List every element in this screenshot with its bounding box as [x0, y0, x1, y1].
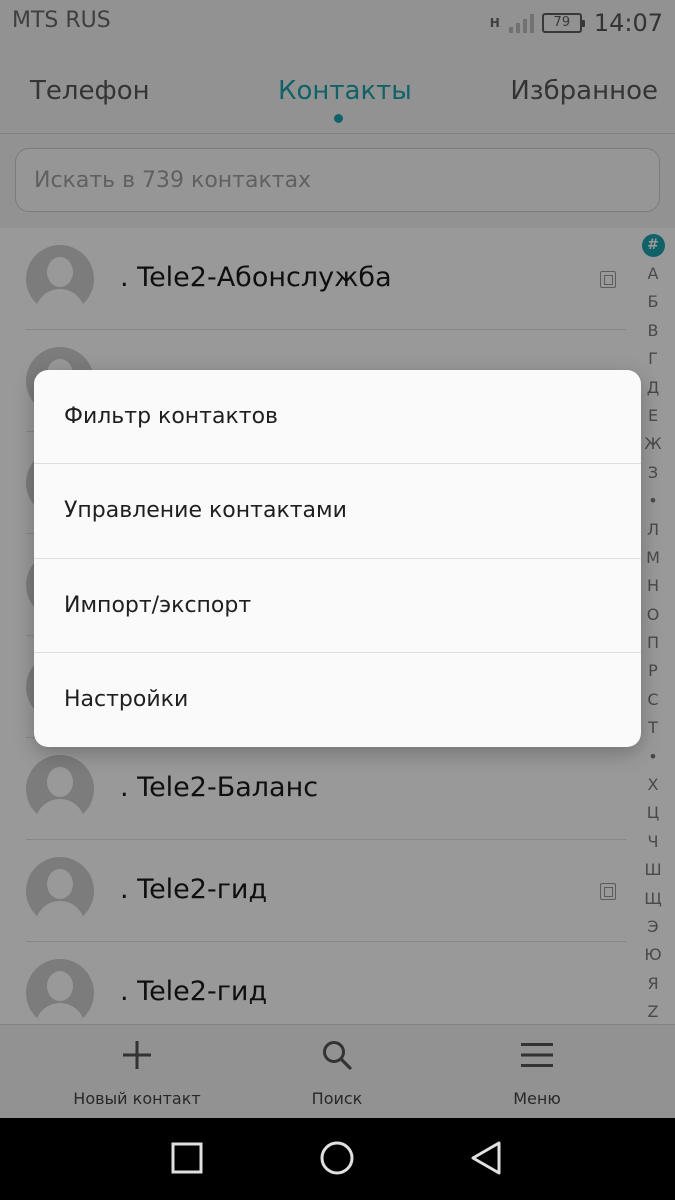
home-icon[interactable] [319, 1140, 355, 1176]
menu-item-settings[interactable]: Настройки [34, 653, 641, 747]
options-menu: Фильтр контактов Управление контактами И… [34, 370, 641, 747]
recent-apps-icon[interactable] [169, 1140, 205, 1176]
back-icon[interactable] [469, 1140, 505, 1176]
menu-item-import-export[interactable]: Импорт/экспорт [34, 559, 641, 653]
menu-item-contact-filter[interactable]: Фильтр контактов [34, 370, 641, 465]
menu-item-manage-contacts[interactable]: Управление контактами [34, 464, 641, 559]
navigation-bar [0, 1118, 675, 1200]
